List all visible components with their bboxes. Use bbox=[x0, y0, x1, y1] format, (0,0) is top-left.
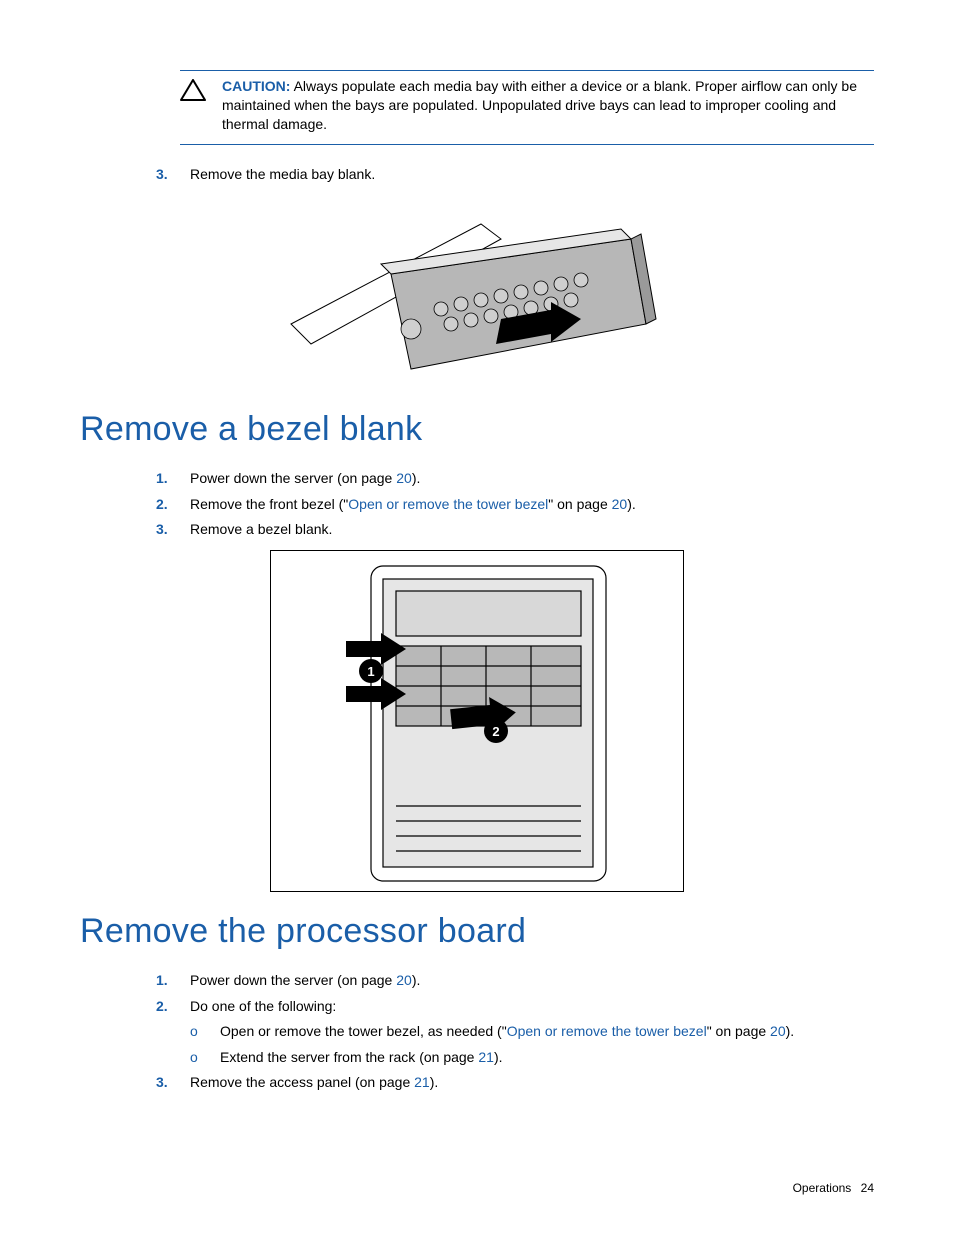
substep-row: o Open or remove the tower bezel, as nee… bbox=[80, 1022, 874, 1042]
footer-page-number: 24 bbox=[861, 1181, 874, 1195]
h2-step-list: 1. Power down the server (on page 20). 2… bbox=[80, 971, 874, 1093]
step-text: Remove a bezel blank. bbox=[190, 520, 874, 540]
substep-bullet: o bbox=[80, 1022, 220, 1042]
step-number: 1. bbox=[80, 971, 190, 991]
svg-text:2: 2 bbox=[492, 724, 499, 739]
page-footer: Operations 24 bbox=[793, 1181, 874, 1195]
step-row: 3. Remove the media bay blank. bbox=[80, 165, 874, 185]
svg-text:1: 1 bbox=[367, 664, 374, 679]
substep-text: Extend the server from the rack (on page… bbox=[220, 1048, 874, 1068]
figure-image-placeholder: 1 2 bbox=[270, 550, 684, 892]
page-link[interactable]: 20 bbox=[396, 470, 412, 486]
step-text: Remove the access panel (on page 21). bbox=[190, 1073, 874, 1093]
step-text: Remove the media bay blank. bbox=[190, 165, 874, 185]
caution-body: Always populate each media bay with eith… bbox=[222, 78, 857, 132]
substep-row: o Extend the server from the rack (on pa… bbox=[80, 1048, 874, 1068]
step-row: 3. Remove the access panel (on page 21). bbox=[80, 1073, 874, 1093]
page-container: CAUTION: Always populate each media bay … bbox=[0, 0, 954, 1235]
substep-text: Open or remove the tower bezel, as neede… bbox=[220, 1022, 874, 1042]
page-link[interactable]: 21 bbox=[414, 1074, 430, 1090]
xref-link[interactable]: Open or remove the tower bezel bbox=[348, 496, 548, 512]
step-text: Do one of the following: bbox=[190, 997, 874, 1017]
step-row: 1. Power down the server (on page 20). bbox=[80, 469, 874, 489]
page-link[interactable]: 20 bbox=[396, 972, 412, 988]
xref-link[interactable]: Open or remove the tower bezel bbox=[507, 1023, 707, 1039]
figure-image-placeholder bbox=[271, 194, 683, 390]
caution-box: CAUTION: Always populate each media bay … bbox=[180, 70, 874, 145]
step-number: 2. bbox=[80, 997, 190, 1017]
substep-bullet: o bbox=[80, 1048, 220, 1068]
step-text: Power down the server (on page 20). bbox=[190, 469, 874, 489]
step-row: 1. Power down the server (on page 20). bbox=[80, 971, 874, 991]
heading-remove-bezel-blank: Remove a bezel blank bbox=[80, 410, 874, 449]
top-step-list: 3. Remove the media bay blank. bbox=[80, 165, 874, 185]
page-link[interactable]: 20 bbox=[612, 496, 628, 512]
step-number: 3. bbox=[80, 1073, 190, 1093]
step-number: 3. bbox=[80, 520, 190, 540]
figure-media-bay bbox=[80, 194, 874, 390]
page-link[interactable]: 21 bbox=[478, 1049, 494, 1065]
caution-triangle-icon bbox=[180, 77, 206, 134]
h1-step-list: 1. Power down the server (on page 20). 2… bbox=[80, 469, 874, 540]
step-row: 3. Remove a bezel blank. bbox=[80, 520, 874, 540]
step-row: 2. Do one of the following: bbox=[80, 997, 874, 1017]
step-text: Remove the front bezel ("Open or remove … bbox=[190, 495, 874, 515]
step-row: 2. Remove the front bezel ("Open or remo… bbox=[80, 495, 874, 515]
figure-bezel-blank: 1 2 bbox=[80, 550, 874, 892]
step-number: 1. bbox=[80, 469, 190, 489]
caution-text: CAUTION: Always populate each media bay … bbox=[222, 77, 874, 134]
footer-section: Operations bbox=[793, 1181, 852, 1195]
step-number: 2. bbox=[80, 495, 190, 515]
heading-remove-processor-board: Remove the processor board bbox=[80, 912, 874, 951]
page-link[interactable]: 20 bbox=[770, 1023, 786, 1039]
caution-label: CAUTION: bbox=[222, 78, 290, 94]
step-number: 3. bbox=[80, 165, 190, 185]
step-text: Power down the server (on page 20). bbox=[190, 971, 874, 991]
